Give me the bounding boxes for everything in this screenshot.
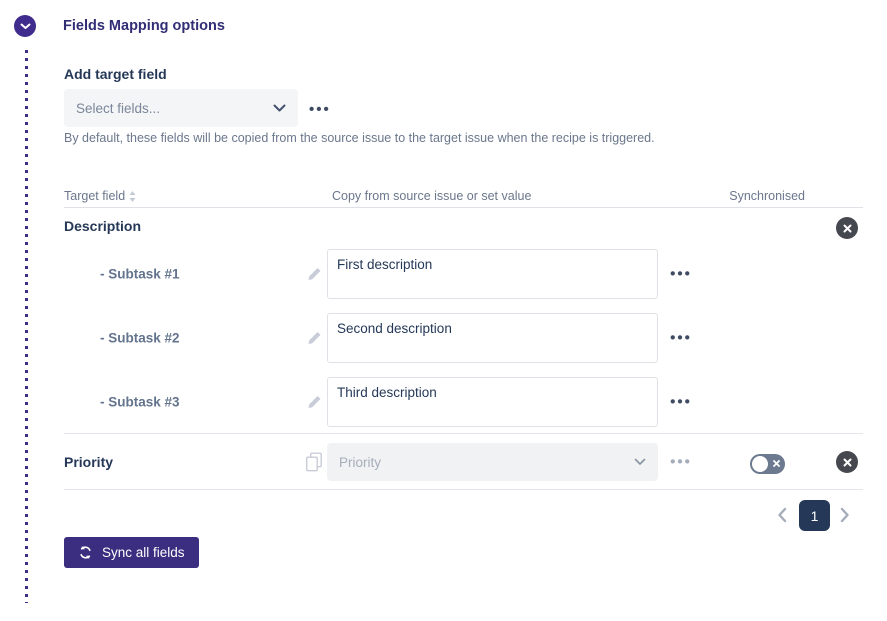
field-row-priority: Priority Priority ••• (64, 433, 863, 490)
toggle-knob (752, 456, 768, 472)
pencil-icon (307, 267, 322, 282)
chevron-down-icon (273, 104, 286, 112)
panel-guide-dotted-line (25, 50, 28, 603)
subtask-label: - Subtask #2 (100, 331, 180, 346)
pencil-icon (307, 331, 322, 346)
priority-select-value: Priority (339, 455, 381, 470)
pencil-icon (307, 395, 322, 410)
field-name: Priority (64, 454, 113, 470)
subtask-row: - Subtask #2 Second description ••• (64, 313, 863, 363)
add-field-more-button[interactable]: ••• (309, 102, 331, 117)
subtask-more-button[interactable]: ••• (664, 395, 698, 410)
subtask-more-button[interactable]: ••• (664, 331, 698, 346)
toggle-off-x-icon (773, 460, 780, 467)
field-row-description: Description (64, 208, 863, 249)
sync-icon (78, 545, 93, 560)
priority-more-button-disabled: ••• (664, 454, 698, 469)
collapse-panel-button[interactable] (14, 15, 36, 37)
subtask-more-button[interactable]: ••• (664, 267, 698, 282)
close-icon (843, 224, 852, 233)
synchronised-toggle[interactable] (750, 454, 785, 474)
fields-mapping-panel: Fields Mapping options Add target field … (0, 0, 887, 621)
column-header-copy-value: Copy from source issue or set value (332, 189, 531, 203)
pagination-prev-button[interactable] (777, 507, 787, 523)
remove-field-button[interactable] (836, 217, 858, 239)
helper-text: By default, these fields will be copied … (64, 131, 655, 145)
subtask-value-input[interactable]: Third description (327, 377, 658, 427)
select-fields-dropdown[interactable]: Select fields... (64, 89, 298, 127)
subtask-value-input[interactable]: Second description (327, 313, 658, 363)
select-fields-placeholder: Select fields... (76, 101, 160, 116)
chevron-right-icon (840, 511, 850, 526)
column-header-synchronised: Synchronised (729, 189, 805, 203)
table-header-row: Target field Copy from source issue or s… (64, 188, 863, 208)
close-icon (843, 458, 852, 467)
add-target-field-label: Add target field (64, 66, 167, 82)
sort-icon (129, 191, 136, 202)
subtask-row: - Subtask #3 Third description ••• (64, 377, 863, 427)
copy-icon (306, 452, 322, 471)
subtask-label: - Subtask #1 (100, 267, 180, 282)
subtask-label: - Subtask #3 (100, 395, 180, 410)
subtask-row: - Subtask #1 First description ••• (64, 249, 863, 299)
sync-all-fields-button[interactable]: Sync all fields (64, 537, 199, 568)
target-field-header-label: Target field (64, 189, 125, 203)
chevron-left-icon (777, 511, 787, 526)
pagination-next-button[interactable] (840, 507, 850, 523)
remove-field-button[interactable] (836, 451, 858, 473)
chevron-down-icon (20, 23, 31, 30)
panel-title: Fields Mapping options (63, 18, 225, 34)
field-name: Description (64, 218, 141, 234)
sync-button-label: Sync all fields (102, 545, 185, 560)
fields-mapping-table: Target field Copy from source issue or s… (64, 188, 863, 490)
column-header-target-field[interactable]: Target field (64, 189, 136, 203)
pagination-current-page[interactable]: 1 (799, 500, 830, 531)
priority-select-disabled: Priority (327, 443, 658, 481)
subtask-value-input[interactable]: First description (327, 249, 658, 299)
chevron-down-icon (634, 458, 646, 466)
